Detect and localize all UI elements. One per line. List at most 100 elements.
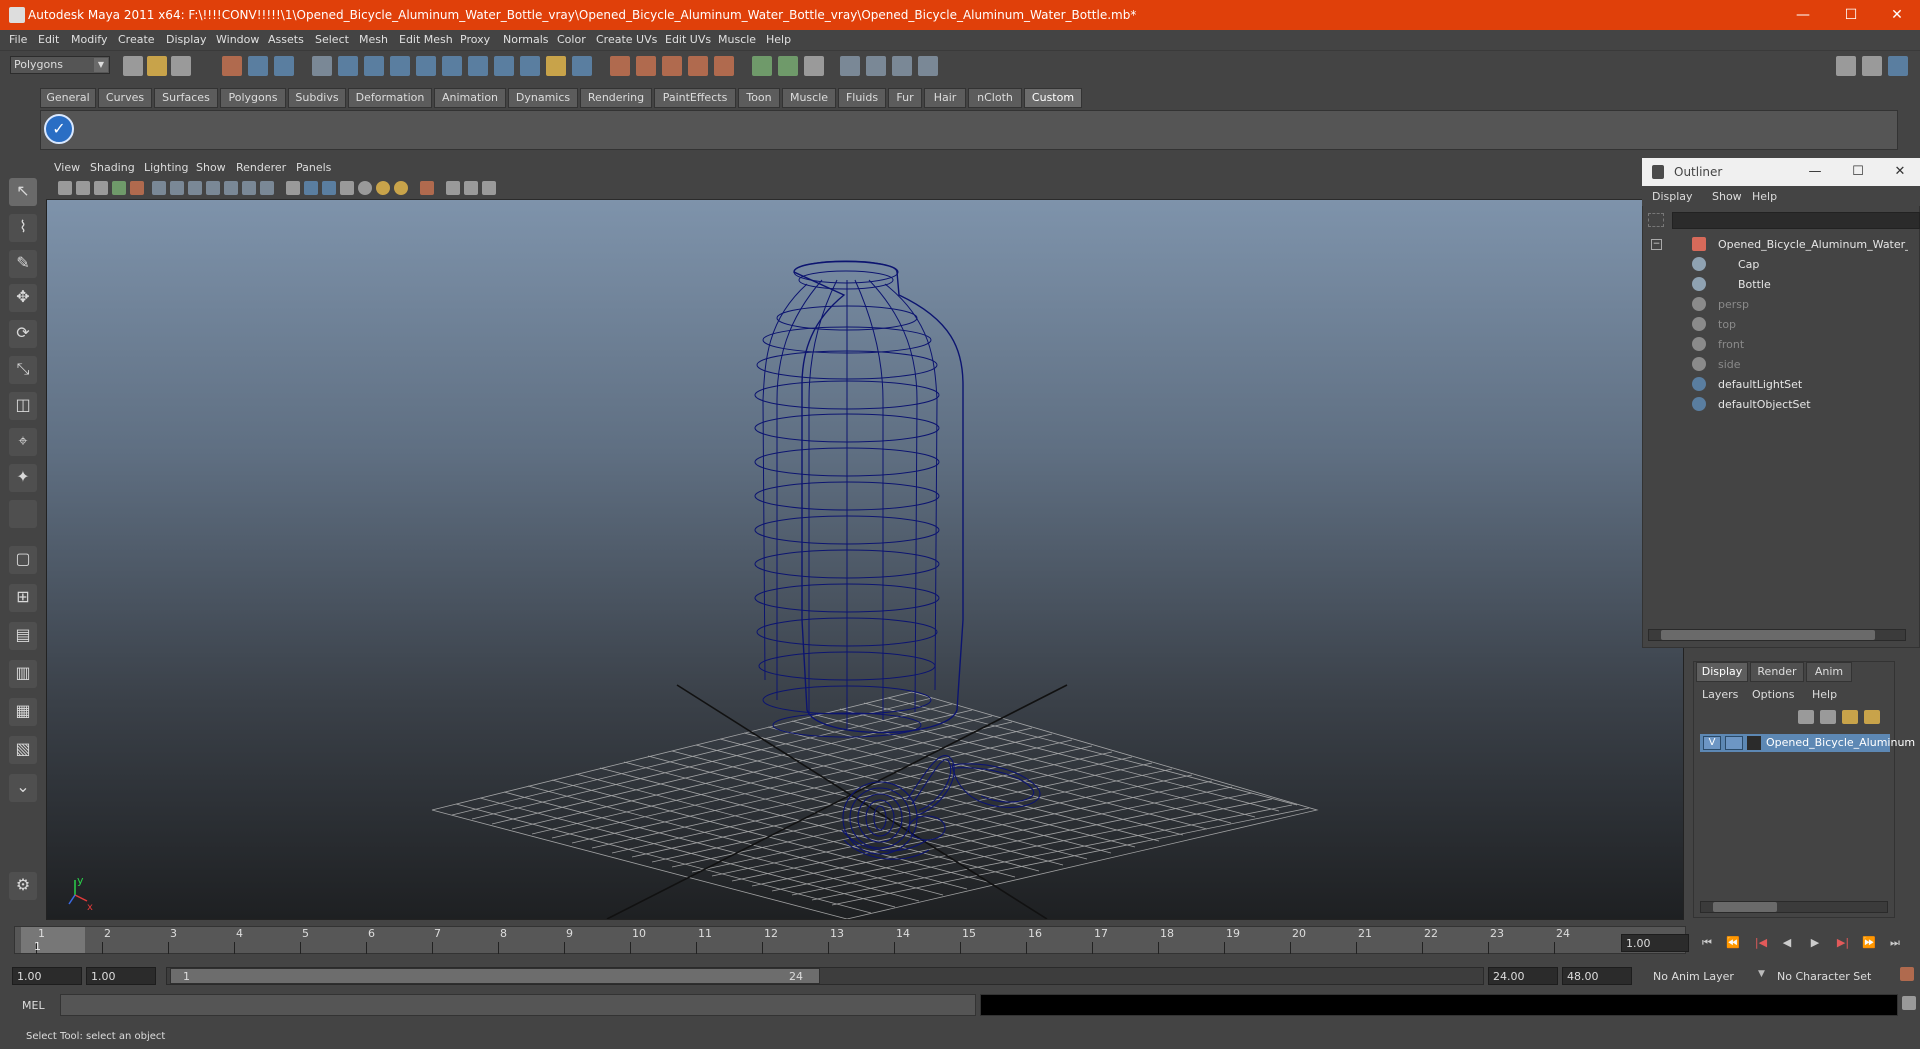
isolate-select-icon[interactable] bbox=[420, 181, 434, 195]
layer-tab-render[interactable]: Render bbox=[1750, 662, 1804, 682]
gate-mask-icon[interactable] bbox=[206, 181, 220, 195]
viewport-menu-view[interactable]: View bbox=[54, 161, 80, 174]
menu-help[interactable]: Help bbox=[766, 33, 791, 46]
layer-visibility-toggle[interactable]: V bbox=[1703, 736, 1721, 750]
render-settings-icon[interactable] bbox=[866, 56, 886, 76]
outliner-item[interactable]: side bbox=[1648, 354, 1910, 374]
smooth-shade-icon[interactable] bbox=[304, 181, 318, 195]
select-deformations-icon[interactable] bbox=[442, 56, 462, 76]
paint-select-tool-icon[interactable]: ✎ bbox=[9, 250, 37, 278]
selection-mask-icon[interactable] bbox=[312, 56, 332, 76]
outliner-item[interactable]: defaultObjectSet bbox=[1648, 394, 1910, 414]
select-joints-icon[interactable] bbox=[364, 56, 384, 76]
current-time-field[interactable]: 1.00 bbox=[1621, 934, 1689, 952]
menu-normals[interactable]: Normals bbox=[503, 33, 549, 46]
outliner-menu-display[interactable]: Display bbox=[1652, 190, 1693, 203]
menu-select[interactable]: Select bbox=[315, 33, 349, 46]
shelf-tab-subdivs[interactable]: Subdivs bbox=[288, 88, 346, 108]
shelf-tab-deformation[interactable]: Deformation bbox=[348, 88, 432, 108]
menu-muscle[interactable]: Muscle bbox=[718, 33, 756, 46]
shelf-tab-toon[interactable]: Toon bbox=[738, 88, 780, 108]
safe-title-icon[interactable] bbox=[260, 181, 274, 195]
shelf-tab-surfaces[interactable]: Surfaces bbox=[154, 88, 218, 108]
xray-icon[interactable] bbox=[446, 181, 460, 195]
hypershade-layout-icon[interactable]: ▦ bbox=[9, 698, 37, 726]
close-button[interactable]: ✕ bbox=[1874, 0, 1920, 30]
lock-selection-icon[interactable] bbox=[546, 56, 566, 76]
film-gate-icon[interactable] bbox=[170, 181, 184, 195]
show-tool-settings-icon[interactable] bbox=[1862, 56, 1882, 76]
menu-create[interactable]: Create bbox=[118, 33, 155, 46]
shelf-tab-painteffects[interactable]: PaintEffects bbox=[654, 88, 736, 108]
playback-start-time-field[interactable]: 1.00 bbox=[86, 967, 156, 985]
scale-tool-icon[interactable]: ⤡ bbox=[9, 356, 37, 384]
lasso-tool-icon[interactable]: ⌇ bbox=[9, 214, 37, 242]
chevron-down-icon[interactable]: ▼ bbox=[1758, 969, 1765, 979]
show-channel-box-icon[interactable] bbox=[1888, 56, 1908, 76]
layer-color-swatch[interactable] bbox=[1747, 736, 1761, 750]
move-layer-up-icon[interactable] bbox=[1798, 710, 1814, 724]
outliner-item[interactable]: persp bbox=[1648, 294, 1910, 314]
shelf-tab-curves[interactable]: Curves bbox=[98, 88, 152, 108]
checkmark-icon[interactable]: ✓ bbox=[44, 114, 74, 144]
viewport-canvas[interactable]: y x bbox=[47, 200, 1683, 919]
snap-to-view-plane-icon[interactable] bbox=[688, 56, 708, 76]
use-default-light-icon[interactable] bbox=[358, 181, 372, 195]
image-plane-icon[interactable] bbox=[112, 181, 126, 195]
outliner-horizontal-scrollbar[interactable] bbox=[1648, 629, 1906, 641]
move-tool-icon[interactable]: ✥ bbox=[9, 284, 37, 312]
highlight-selection-icon[interactable] bbox=[572, 56, 592, 76]
rotate-tool-icon[interactable]: ⟳ bbox=[9, 320, 37, 348]
soft-modification-tool-icon[interactable]: ⌖ bbox=[9, 428, 37, 456]
layer-scroll-thumb[interactable] bbox=[1713, 902, 1777, 912]
shelf-tab-muscle[interactable]: Muscle bbox=[782, 88, 836, 108]
outliner-filter-icon[interactable] bbox=[1648, 213, 1664, 227]
shelf-tab-ncloth[interactable]: nCloth bbox=[968, 88, 1022, 108]
viewport-menu-renderer[interactable]: Renderer bbox=[236, 161, 286, 174]
render-view-icon[interactable] bbox=[918, 56, 938, 76]
step-forward-frame-button[interactable]: ▶| bbox=[1832, 934, 1854, 952]
ipr-render-icon[interactable] bbox=[840, 56, 860, 76]
viewport-menu-panels[interactable]: Panels bbox=[296, 161, 331, 174]
menu-file[interactable]: File bbox=[9, 33, 27, 46]
xray-joints-icon[interactable] bbox=[464, 181, 478, 195]
layer-horizontal-scrollbar[interactable] bbox=[1700, 901, 1888, 913]
shelf-tab-animation[interactable]: Animation bbox=[434, 88, 506, 108]
select-curves-icon[interactable] bbox=[390, 56, 410, 76]
four-pane-layout-icon[interactable]: ⊞ bbox=[9, 584, 37, 612]
layer-playback-toggle[interactable] bbox=[1725, 736, 1743, 750]
menu-edit-uvs[interactable]: Edit UVs bbox=[665, 33, 711, 46]
field-chart-icon[interactable] bbox=[224, 181, 238, 195]
move-layer-down-icon[interactable] bbox=[1820, 710, 1836, 724]
animation-end-time-field[interactable]: 48.00 bbox=[1562, 967, 1632, 985]
show-manipulator-tool-icon[interactable]: ✦ bbox=[9, 464, 37, 492]
camera-select-icon[interactable] bbox=[58, 181, 72, 195]
select-by-component-icon[interactable] bbox=[274, 56, 294, 76]
select-rendering-icon[interactable] bbox=[494, 56, 514, 76]
outliner-item[interactable]: Opened_Bicycle_Aluminum_Water_Bottl bbox=[1648, 234, 1910, 254]
select-by-hierarchy-icon[interactable] bbox=[222, 56, 242, 76]
new-empty-layer-icon[interactable] bbox=[1842, 710, 1858, 724]
outliner-item[interactable]: Cap bbox=[1648, 254, 1910, 274]
command-input-field[interactable] bbox=[60, 994, 976, 1016]
shelf-tab-general[interactable]: General bbox=[40, 88, 96, 108]
menu-set-selector[interactable]: Polygons ▼ bbox=[10, 56, 110, 74]
layer-menu-help[interactable]: Help bbox=[1812, 688, 1837, 701]
outliner-scroll-thumb[interactable] bbox=[1661, 630, 1875, 640]
outliner-item[interactable]: top bbox=[1648, 314, 1910, 334]
construction-history-icon[interactable] bbox=[778, 56, 798, 76]
wireframe-on-shaded-icon[interactable] bbox=[322, 181, 336, 195]
select-dynamics-icon[interactable] bbox=[468, 56, 488, 76]
snap-to-curve-icon[interactable] bbox=[636, 56, 656, 76]
go-to-start-button[interactable]: ⏮ bbox=[1696, 934, 1718, 952]
snap-to-grid-icon[interactable] bbox=[610, 56, 630, 76]
shelf-tab-rendering[interactable]: Rendering bbox=[580, 88, 652, 108]
layer-tab-display[interactable]: Display bbox=[1696, 662, 1748, 682]
menu-edit[interactable]: Edit bbox=[38, 33, 59, 46]
single-pane-layout-icon[interactable]: ▢ bbox=[9, 546, 37, 574]
animation-start-time-field[interactable]: 1.00 bbox=[12, 967, 82, 985]
step-back-key-button[interactable]: ⏪ bbox=[1722, 934, 1744, 952]
camera-attributes-icon[interactable] bbox=[76, 181, 90, 195]
play-forwards-button[interactable]: ▶ bbox=[1804, 934, 1826, 952]
two-d-pan-zoom-icon[interactable] bbox=[130, 181, 144, 195]
